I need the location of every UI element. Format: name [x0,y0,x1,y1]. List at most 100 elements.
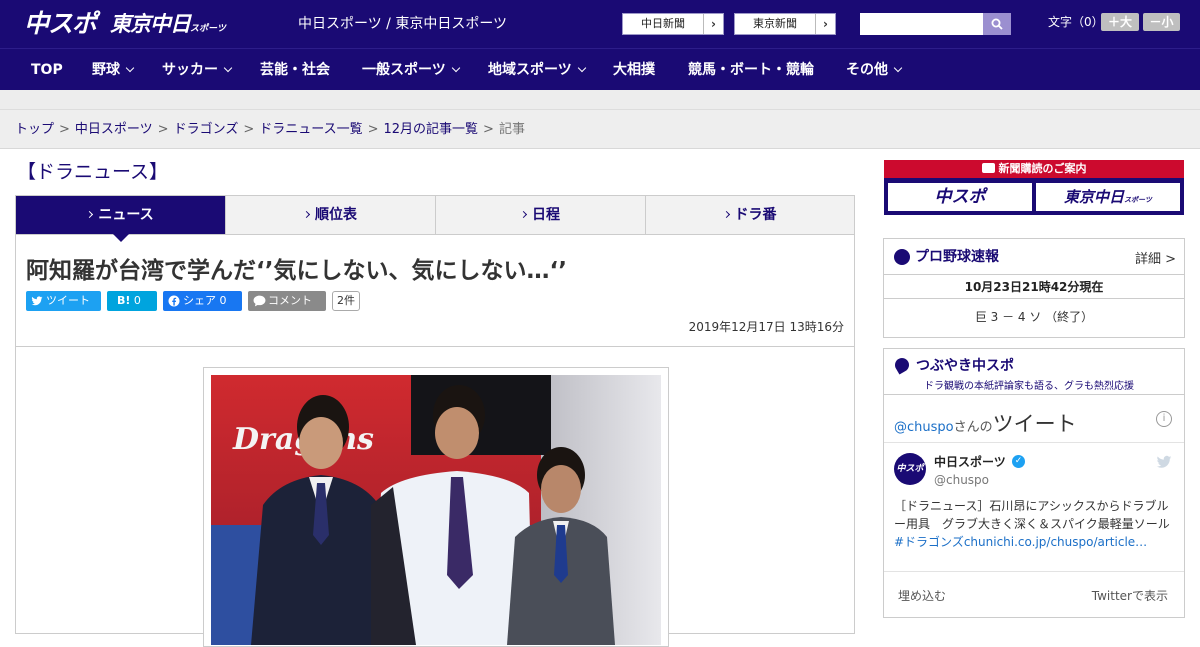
breadcrumb-separator: > [367,122,379,137]
avatar[interactable]: 中スポ [894,453,926,485]
nav-item-baseball[interactable]: 野球 [92,49,135,91]
tab-label: 順位表 [315,207,357,223]
tab-label: ドラ番 [734,207,777,223]
facebook-share-button[interactable]: シェア 0 [163,291,242,311]
section-tabs: ニュース 順位表 日程 ドラ番 [15,195,855,242]
facebook-icon [168,291,180,313]
nav-label: その他 [846,62,888,78]
nav-label: 大相撲 [613,62,655,78]
search-input[interactable] [860,13,983,35]
article-photo[interactable]: Dragons [211,375,661,645]
tokyo-chunichi-logo[interactable]: 東京中日スポーツ [110,8,226,40]
breadcrumb-link-december-list[interactable]: 12月の記事一覧 [384,122,479,137]
breadcrumb-current: 記事 [498,122,525,137]
speech-bubble-icon [253,291,266,313]
breadcrumb-link-dragons[interactable]: ドラゴンズ [174,122,239,137]
nav-label: 野球 [92,62,120,78]
tab-news[interactable]: ニュース [16,196,226,242]
breadcrumb-link-top[interactable]: トップ [15,122,54,137]
breadcrumb: トップ > 中日スポーツ > ドラゴンズ > ドラニュース一覧 >12月の記事一覧 > 記事 [15,121,525,138]
chevron-down-icon [893,63,903,73]
tab-standings[interactable]: 順位表 [226,196,436,234]
tweet-account-handle[interactable]: @chuspo [934,473,989,487]
chevron-down-icon [577,63,586,73]
hatena-icon: B! [117,294,131,307]
tweet-button-label: ツイート [46,294,90,307]
breadcrumb-separator: > [483,122,494,137]
global-nav: TOP 野球 サッカー 芸能・社会 一般スポーツ 地域スポーツ 大相撲 競馬・ボ… [0,48,1200,90]
twitter-bird-icon [31,291,43,313]
tokyo-chunichi-logo-text: 東京中日 [110,12,191,36]
tab-schedule[interactable]: 日程 [436,196,646,234]
font-bigger-button[interactable]: ＋大 [1101,13,1139,31]
site-name-link[interactable]: 中日スポーツ / 東京中日スポーツ [298,15,507,33]
tokyo-chunichi-logo-sub: スポーツ [190,24,226,34]
tweet-button[interactable]: ツイート [26,291,101,311]
nav-item-top[interactable]: TOP [31,49,63,91]
tab-label: 日程 [532,207,560,223]
chevron-right-icon: › [703,14,723,34]
baseball-as-of: 10月23日21時42分現在 [884,275,1184,299]
breadcrumb-link-dora-news-list[interactable]: ドラニュース一覧 [259,122,362,137]
chevron-right-icon: › [815,14,835,34]
megaphone-icon [892,355,912,375]
subscription-tokyo-chunichi-sub: スポーツ [1124,196,1152,204]
baseball-game-score[interactable]: 巨 3 － 4 ソ （終了） [884,308,1184,325]
comment-count-badge[interactable]: 2件 [332,291,360,311]
comment-button-label: コメント [268,294,312,307]
breadcrumb-separator: > [157,122,169,137]
breadcrumb-separator: > [59,122,70,137]
info-icon[interactable]: i [1156,411,1172,427]
nav-label: TOP [31,62,63,78]
chevron-down-icon [451,63,460,73]
comment-button[interactable]: コメント [248,291,326,311]
subscription-tokyo-chunichi-text: 東京中日 [1064,188,1125,206]
baseball-scores-header: プロ野球速報 詳細 > [884,239,1184,275]
subscription-chuspo-logo[interactable]: 中スポ [888,183,1032,211]
subscription-banner-title: 新聞購読のご案内 [884,160,1184,178]
nav-item-sumo[interactable]: 大相撲 [613,49,655,91]
nav-spacer-band [0,90,1200,110]
tweets-panel: つぶやき中スポ ドラ観戦の本紙評論家も語る、グラも熱烈応援 @chuspoさんの… [883,348,1185,618]
tweet-link[interactable]: #ドラゴンズchunichi.co.jp/chuspo/article… [894,535,1147,549]
nav-label: 芸能・社会 [260,62,330,78]
view-on-twitter-link[interactable]: Twitterで表示 [1092,587,1168,604]
embed-link[interactable]: 埋め込む [898,587,946,604]
article-headline: 阿知羅が台湾で学んだ‘’気にしない、気にしない…‘’ [26,258,567,284]
hatena-bookmark-button[interactable]: B! 0 [107,291,157,311]
chuspo-logo[interactable]: 中スポ [24,8,97,40]
breadcrumb-bar: トップ > 中日スポーツ > ドラゴンズ > ドラニュース一覧 >12月の記事一覧 > 記事 [0,110,1200,149]
font-size-label: 文字（0） [1048,15,1104,29]
chevron-down-icon [223,63,233,73]
baseball-detail-link[interactable]: 詳細 > [1135,248,1176,267]
nav-item-other[interactable]: その他 [846,49,903,91]
font-smaller-button[interactable]: －小 [1143,13,1180,31]
chevron-right-icon [302,210,311,219]
tokyo-shimbun-link[interactable]: 東京新聞 › [734,13,836,35]
nav-item-general-sports[interactable]: 一般スポーツ [362,49,460,91]
tab-dora-ban[interactable]: ドラ番 [646,196,854,234]
twitter-handle-link[interactable]: @chuspo [894,420,954,435]
search-button[interactable] [983,13,1011,35]
tweet-account-name[interactable]: 中日スポーツ [934,453,1006,470]
breadcrumb-separator: > [243,122,255,137]
nav-item-entertainment[interactable]: 芸能・社会 [260,49,330,91]
twitter-widget-header: @chuspoさんのツイート i [884,395,1184,443]
nav-item-local-sports[interactable]: 地域スポーツ [488,49,586,91]
search-icon [991,18,1003,30]
chunichi-shimbun-link[interactable]: 中日新聞 › [622,13,724,35]
facebook-share-label: シェア 0 [183,294,227,307]
twitter-handle-suffix: さんの [953,420,993,435]
subscription-tokyo-chunichi-logo[interactable]: 東京中日スポーツ [1036,183,1180,211]
divider [884,571,1184,572]
nav-label: 地域スポーツ [488,62,572,78]
baseball-scores-title: プロ野球速報 [915,249,999,265]
nav-item-soccer[interactable]: サッカー [162,49,233,91]
breadcrumb-link-chuspo[interactable]: 中日スポーツ [75,122,153,137]
site-header: 中スポ 東京中日スポーツ 中日スポーツ / 東京中日スポーツ 中日新聞 › 東京… [0,0,1200,48]
baseball-scores-panel: プロ野球速報 詳細 > 10月23日21時42分現在 巨 3 － 4 ソ （終了… [883,238,1185,338]
twitter-bird-icon [1156,455,1172,468]
nav-label: 競馬・ボート・競輪 [688,62,814,78]
nav-item-racing[interactable]: 競馬・ボート・競輪 [688,49,814,91]
chevron-right-icon [86,210,94,219]
